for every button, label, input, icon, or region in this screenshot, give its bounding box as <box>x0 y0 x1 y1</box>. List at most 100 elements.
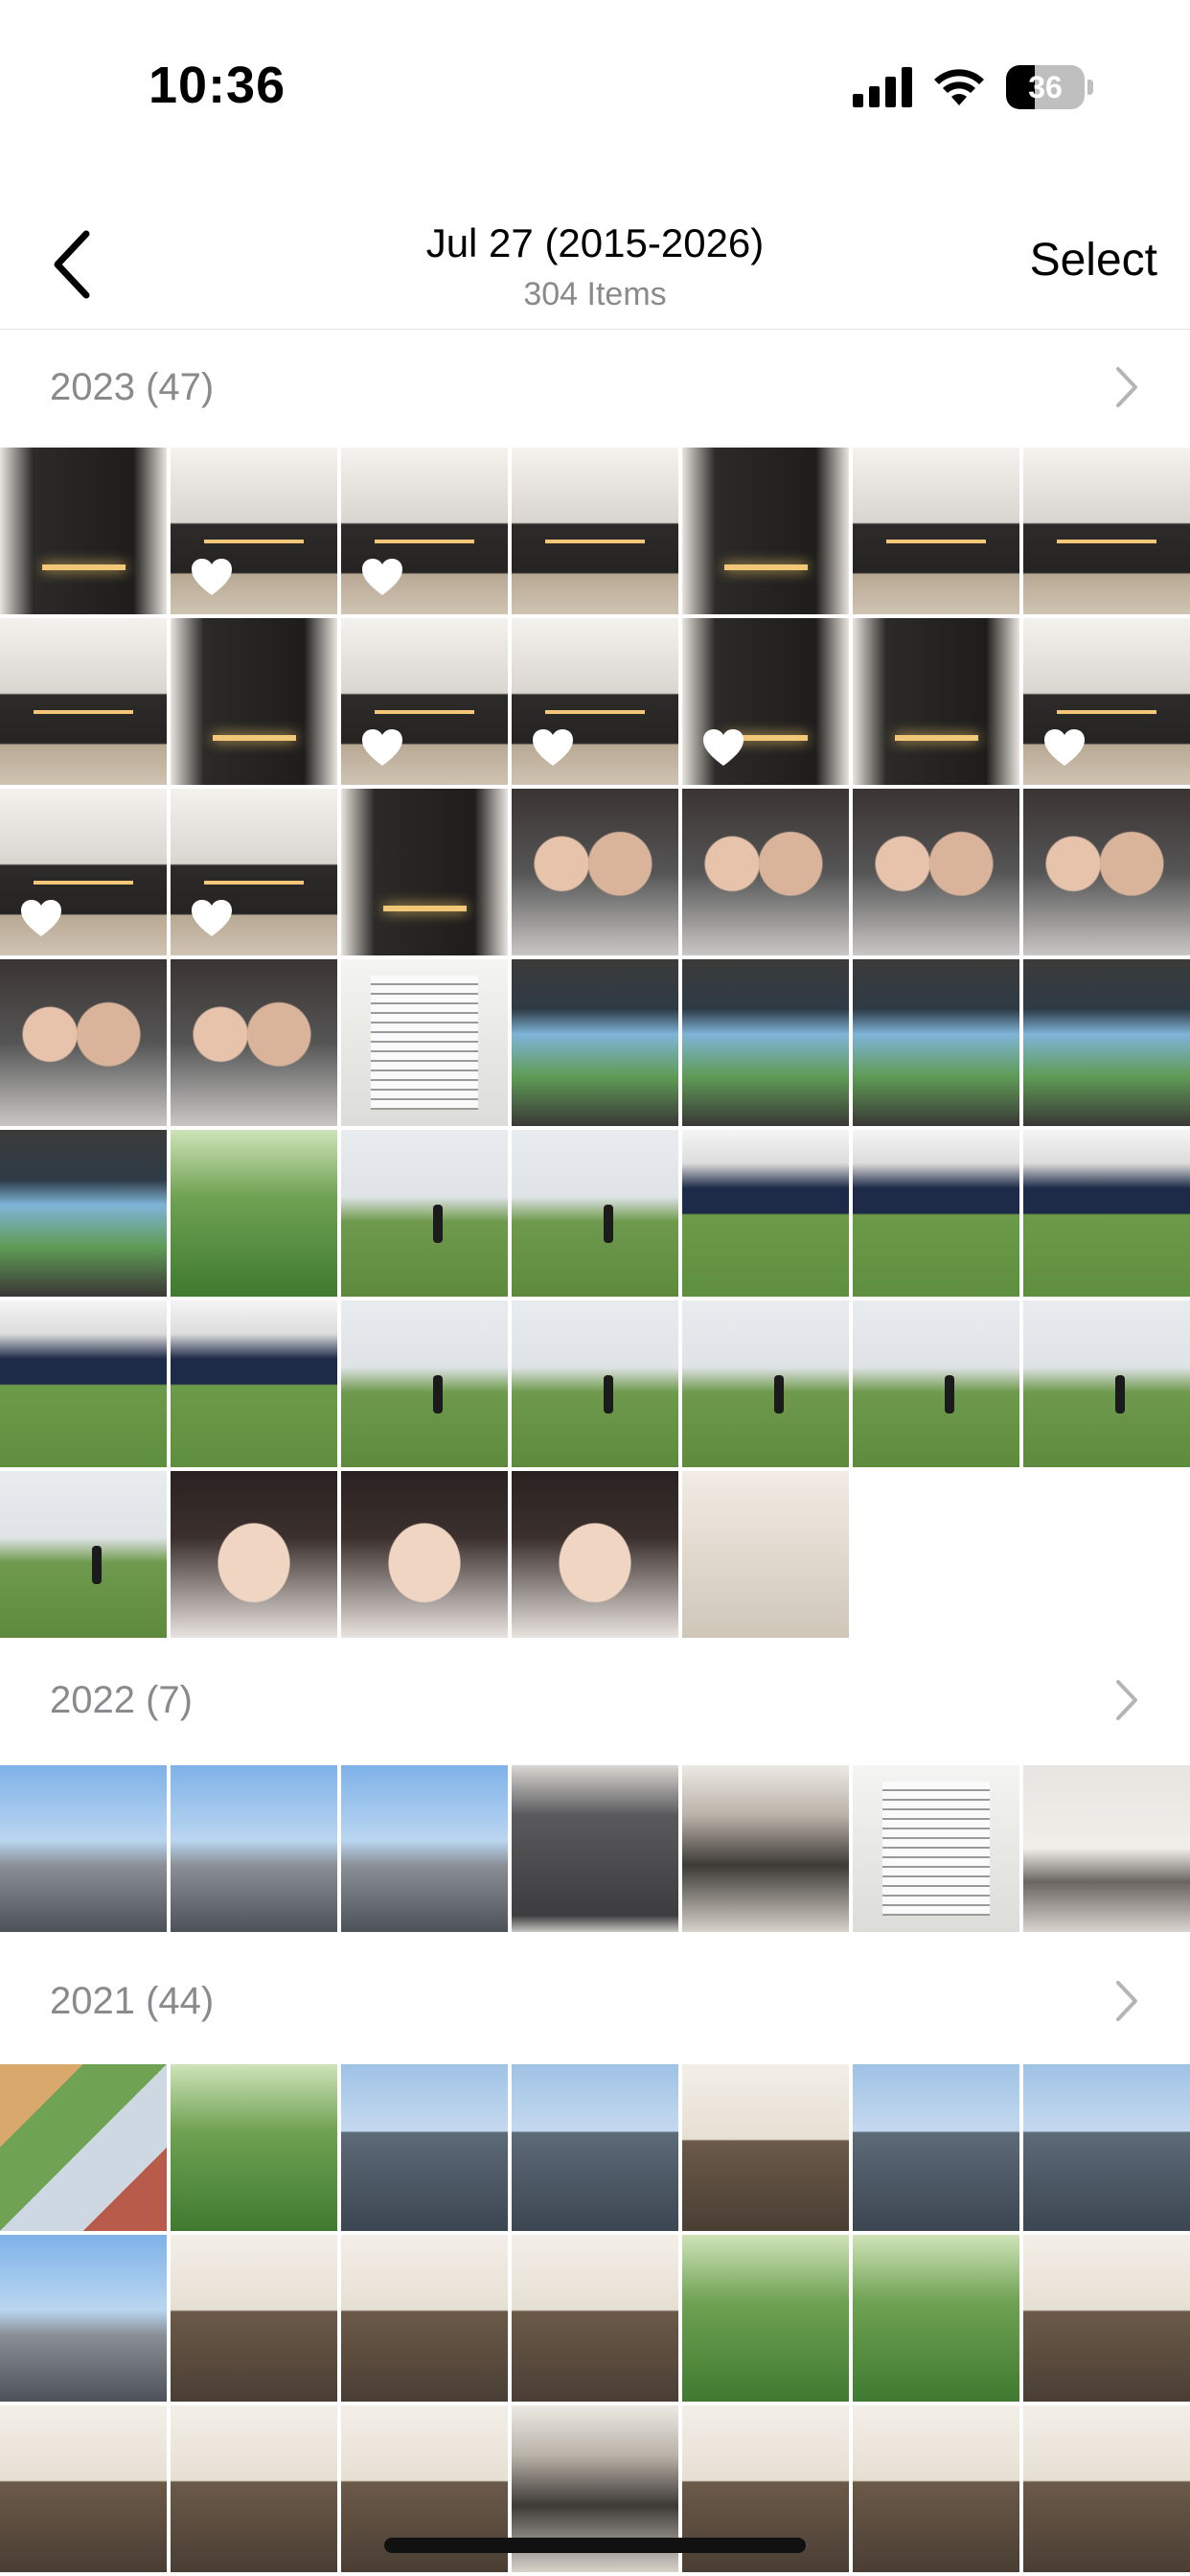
photo-thumbnail[interactable] <box>682 448 849 614</box>
chevron-right-icon <box>1116 367 1137 407</box>
photo-thumbnail[interactable] <box>171 2064 337 2231</box>
photo-thumbnail[interactable] <box>512 1765 678 1932</box>
photo-thumbnail[interactable] <box>341 618 508 785</box>
photo-thumbnail[interactable] <box>853 2405 1019 2572</box>
photo-thumbnail[interactable] <box>341 2235 508 2402</box>
select-button[interactable]: Select <box>1030 234 1157 287</box>
photo-thumbnail[interactable] <box>341 2064 508 2231</box>
heart-icon <box>19 898 63 938</box>
photo-thumbnail[interactable] <box>0 1765 167 1932</box>
photo-thumbnail[interactable] <box>682 1765 849 1932</box>
photo-thumbnail[interactable] <box>341 789 508 955</box>
photo-thumbnail[interactable] <box>0 2235 167 2402</box>
signal-icon <box>853 67 912 107</box>
photo-thumbnail[interactable] <box>0 1471 167 1638</box>
photo-thumbnail[interactable] <box>171 448 337 614</box>
photo-thumbnail[interactable] <box>171 1765 337 1932</box>
page-title: Jul 27 (2015-2026) <box>425 220 765 265</box>
photo-thumbnail[interactable] <box>1023 2235 1190 2402</box>
photo-thumbnail[interactable] <box>682 2064 849 2231</box>
photo-thumbnail[interactable] <box>853 1300 1019 1467</box>
photo-thumbnail[interactable] <box>1023 2405 1190 2572</box>
section-title: 2021 (44) <box>50 1980 215 2022</box>
section-header-2023[interactable]: 2023 (47) <box>0 330 1190 445</box>
photo-thumbnail[interactable] <box>512 789 678 955</box>
photo-thumbnail[interactable] <box>682 1471 849 1638</box>
photo-thumbnail[interactable] <box>171 1471 337 1638</box>
section-header-2022[interactable]: 2022 (7) <box>0 1643 1190 1758</box>
photo-thumbnail[interactable] <box>0 2064 167 2231</box>
photo-thumbnail[interactable] <box>512 2064 678 2231</box>
heart-icon <box>190 898 234 938</box>
photo-thumbnail[interactable] <box>0 448 167 614</box>
photo-thumbnail[interactable] <box>512 1130 678 1297</box>
photo-thumbnail[interactable] <box>682 2235 849 2402</box>
photo-thumbnail[interactable] <box>512 448 678 614</box>
photo-thumbnail[interactable] <box>682 959 849 1126</box>
section-title: 2023 (47) <box>50 366 215 408</box>
photo-thumbnail[interactable] <box>512 2235 678 2402</box>
nav-bar: Jul 27 (2015-2026) 304 Items Select <box>0 172 1190 330</box>
photo-thumbnail[interactable] <box>171 959 337 1126</box>
heart-icon <box>360 727 404 768</box>
heart-icon <box>531 727 575 768</box>
photo-thumbnail[interactable] <box>1023 2064 1190 2231</box>
photo-thumbnail[interactable] <box>0 1300 167 1467</box>
photo-thumbnail[interactable] <box>341 1130 508 1297</box>
photo-thumbnail[interactable] <box>853 1765 1019 1932</box>
photo-thumbnail[interactable] <box>171 2235 337 2402</box>
photo-thumbnail[interactable] <box>171 618 337 785</box>
photo-thumbnail[interactable] <box>341 448 508 614</box>
photo-thumbnail[interactable] <box>1023 959 1190 1126</box>
photo-thumbnail[interactable] <box>1023 789 1190 955</box>
photo-thumbnail[interactable] <box>0 618 167 785</box>
heart-icon <box>190 557 234 597</box>
photo-thumbnail[interactable] <box>341 959 508 1126</box>
photo-thumbnail[interactable] <box>1023 448 1190 614</box>
photo-thumbnail[interactable] <box>1023 1300 1190 1467</box>
photo-thumbnail[interactable] <box>682 618 849 785</box>
photo-thumbnail[interactable] <box>0 1130 167 1297</box>
heart-icon <box>701 727 745 768</box>
photo-thumbnail[interactable] <box>341 1471 508 1638</box>
photo-thumbnail[interactable] <box>171 789 337 955</box>
photo-thumbnail[interactable] <box>171 1300 337 1467</box>
photo-thumbnail[interactable] <box>853 789 1019 955</box>
battery-level: 36 <box>1028 70 1063 104</box>
photo-thumbnail[interactable] <box>512 1471 678 1638</box>
photo-thumbnail[interactable] <box>512 618 678 785</box>
photo-thumbnail[interactable] <box>682 1130 849 1297</box>
photo-thumbnail[interactable] <box>171 1130 337 1297</box>
item-count: 304 Items <box>523 276 667 312</box>
chevron-right-icon <box>1116 1680 1137 1720</box>
photo-thumbnail[interactable] <box>853 448 1019 614</box>
photo-thumbnail[interactable] <box>0 959 167 1126</box>
chevron-left-icon[interactable] <box>46 226 100 303</box>
photo-thumbnail[interactable] <box>0 2405 167 2572</box>
photo-thumbnail[interactable] <box>341 1765 508 1932</box>
photo-thumbnail[interactable] <box>853 2235 1019 2402</box>
heart-icon <box>1042 727 1087 768</box>
battery-icon: 36 <box>1006 65 1093 109</box>
home-indicator[interactable] <box>384 2538 806 2553</box>
photo-thumbnail[interactable] <box>853 618 1019 785</box>
wifi-icon <box>934 69 984 105</box>
photo-thumbnail[interactable] <box>171 2405 337 2572</box>
photo-thumbnail[interactable] <box>1023 618 1190 785</box>
section-title: 2022 (7) <box>50 1679 193 1721</box>
photo-thumbnail[interactable] <box>512 959 678 1126</box>
photo-thumbnail[interactable] <box>512 1300 678 1467</box>
photo-thumbnail[interactable] <box>682 1300 849 1467</box>
status-time: 10:36 <box>149 57 286 114</box>
photo-thumbnail[interactable] <box>341 1300 508 1467</box>
photo-thumbnail[interactable] <box>682 789 849 955</box>
section-header-2021[interactable]: 2021 (44) <box>0 1944 1190 2058</box>
photo-thumbnail[interactable] <box>853 959 1019 1126</box>
status-bar: 10:36 36 <box>0 0 1190 172</box>
photo-thumbnail[interactable] <box>1023 1130 1190 1297</box>
chevron-right-icon <box>1116 1981 1137 2021</box>
photo-thumbnail[interactable] <box>853 2064 1019 2231</box>
photo-thumbnail[interactable] <box>853 1130 1019 1297</box>
photo-thumbnail[interactable] <box>1023 1765 1190 1932</box>
photo-thumbnail[interactable] <box>0 789 167 955</box>
